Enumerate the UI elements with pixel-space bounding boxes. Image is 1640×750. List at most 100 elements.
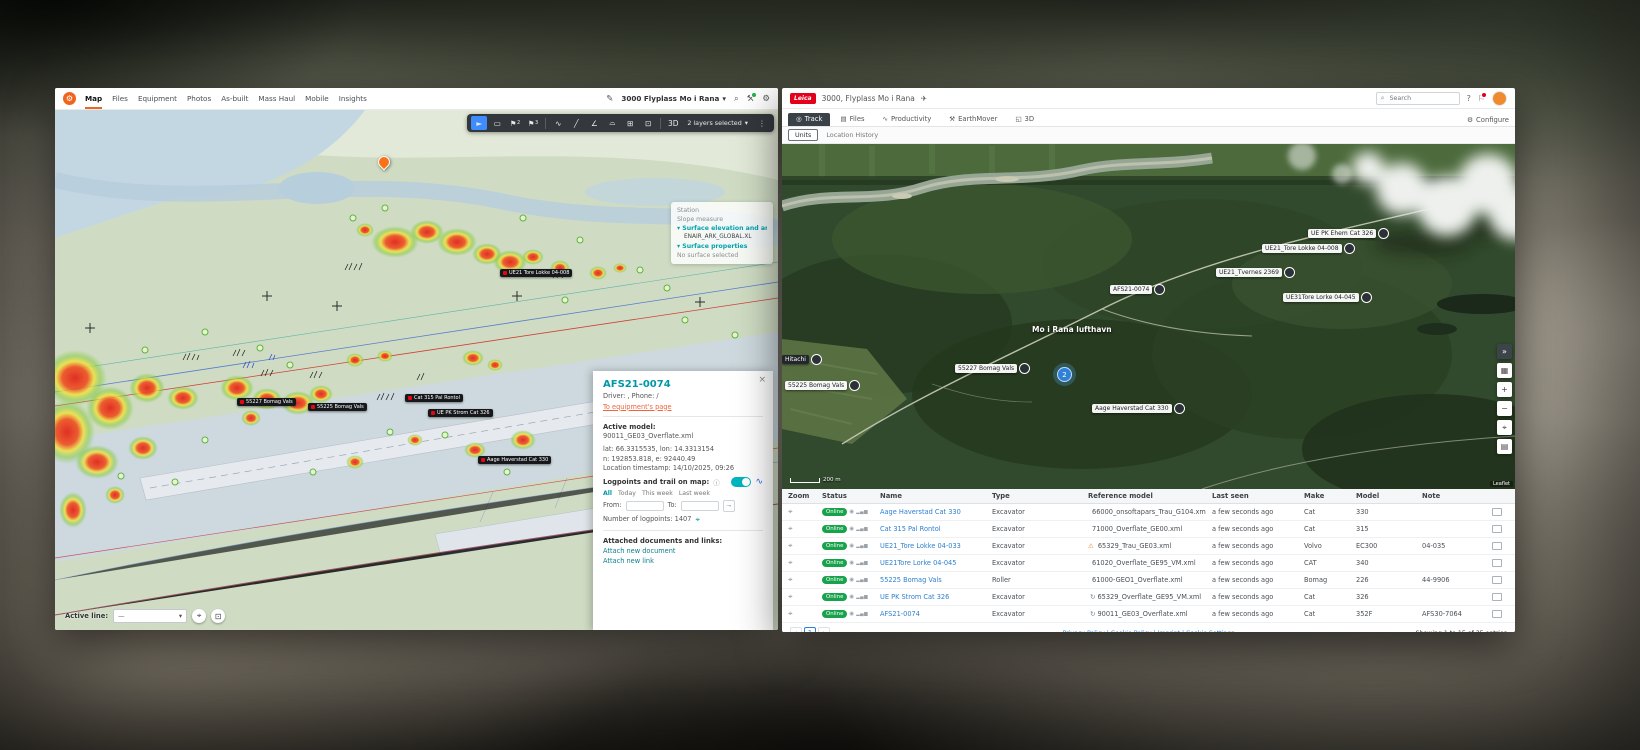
unit-name-link[interactable]: UE PK Strom Cat 326 [880,593,949,601]
from-date-input[interactable] [626,501,664,511]
unit-marker[interactable]: 55227 Bomag Vals [955,363,1030,374]
legal-links[interactable]: Privacy Policy | Cookie Policy | Imprint… [782,630,1515,633]
surface-elevation-option[interactable]: ▾ Surface elevation and area [677,224,767,233]
column-header[interactable]: Status [816,492,874,500]
zoom-to-icon[interactable]: ⌖ [788,558,793,568]
table-row[interactable]: ⌖ Online ◉ ▂▄▆ Aage Haverstad Cat 330 Ex… [782,504,1515,521]
unit-marker[interactable]: UE PK Ehem Cat 326 [1308,228,1389,239]
to-date-input[interactable] [681,501,719,511]
attach-link-link[interactable]: Attach new link [603,556,763,566]
unit-marker[interactable]: Aage Haverstad Cat 330 [1092,403,1185,414]
flag3-tool-icon[interactable]: ⚑3 [525,116,541,130]
station-option[interactable]: Station [677,206,767,215]
tab[interactable]: ⚒ EarthMover [941,113,1005,126]
map-control-button[interactable]: + [1497,382,1512,397]
equipment-marker[interactable]: UE PK Strom Cat 326 [428,409,493,417]
nav-item[interactable]: Photos [187,89,211,109]
fit-view-tool-icon[interactable]: ⊡ [640,116,656,130]
nav-item[interactable]: As-built [221,89,248,109]
eye-icon[interactable]: ◉ [849,577,854,583]
table-row[interactable]: ⌖ Online ◉ ▂▄▆ 55225 Bomag Vals Roller 6… [782,572,1515,589]
units-button[interactable]: Units [788,129,818,141]
table-row[interactable]: ⌖ Online ◉ ▂▄▆ AFS21-0074 Excavator ↻ 90… [782,606,1515,623]
nav-item[interactable]: Map [85,89,102,109]
zoom-to-icon[interactable]: ⌖ [788,507,793,517]
zoom-to-icon[interactable]: ⌖ [788,609,793,619]
eye-icon[interactable]: ◉ [849,560,854,566]
satellite-map[interactable]: UE PK Ehem Cat 326 UE21_Tore Lokke 04-00… [782,144,1515,489]
equipment-marker[interactable]: UE21 Tore Lokke 04-008 [500,269,572,277]
tab[interactable]: ◱ 3D [1007,113,1042,126]
table-row[interactable]: ⌖ Online ◉ ▂▄▆ UE21Tore Lorke 04-045 Exc… [782,555,1515,572]
map-attribution[interactable]: Leaflet [1490,481,1513,487]
unit-name-link[interactable]: Aage Haverstad Cat 330 [880,508,961,516]
eye-icon[interactable]: ◉ [849,526,854,532]
map-control-button[interactable]: ▤ [1497,439,1512,454]
logpoint-filter[interactable]: Last week [679,490,710,497]
nav-item[interactable]: Files [112,89,128,109]
eye-icon[interactable]: ◉ [849,509,854,515]
nav-item[interactable]: Mass Haul [258,89,295,109]
settings-icon[interactable]: ⚙ [762,94,770,104]
equipment-marker[interactable]: 55225 Bomag Vals [308,403,367,411]
active-line-select[interactable]: — ▾ [113,609,187,623]
column-header[interactable]: Last seen [1206,492,1298,500]
locate-icon[interactable]: ⌖ [192,609,206,623]
help-icon[interactable]: ? [1467,94,1471,103]
nav-item[interactable]: Mobile [305,89,329,109]
column-header[interactable]: Zoom [782,492,816,500]
user-avatar[interactable] [1492,91,1507,106]
slope-measure-option[interactable]: Slope measure [677,215,767,224]
notifications-icon[interactable]: ⚐ [1478,94,1485,103]
angle-tool-icon[interactable]: ∠ [586,116,602,130]
comment-icon[interactable] [1492,593,1502,601]
measure-tool-icon[interactable]: ▭ [489,116,505,130]
eye-icon[interactable]: ◉ [849,611,854,617]
table-row[interactable]: ⌖ Online ◉ ▂▄▆ Cat 315 Pal Rontol Excava… [782,521,1515,538]
info-icon[interactable]: ⓘ [713,477,720,487]
unit-marker[interactable]: UE21_Tvernes 2369 [1216,267,1295,278]
eye-icon[interactable]: ◉ [849,594,854,600]
map-control-button[interactable]: » [1497,344,1512,359]
comment-icon[interactable] [1492,508,1502,516]
search-box[interactable]: ⌕ [1376,92,1460,105]
apply-date-button[interactable]: → [723,500,735,512]
project-selector[interactable]: 3000 Flyplass Mo i Rana ▾ [621,94,726,103]
equipment-marker[interactable]: Cat 315 Pal Rontol [405,394,463,402]
comment-icon[interactable] [1492,576,1502,584]
unit-marker[interactable]: AFS21-0074 [1110,284,1165,295]
column-header[interactable]: Note [1416,492,1486,500]
logpoint-filter[interactable]: This week [642,490,673,497]
column-header[interactable]: Name [874,492,986,500]
unit-marker[interactable]: UE21_Tore Lokke 04-008 [1262,243,1355,254]
equipment-marker[interactable]: Aage Haverstad Cat 330 [478,456,551,464]
map-control-button[interactable]: ▦ [1497,363,1512,378]
unit-name-link[interactable]: 55225 Bomag Vals [880,576,942,584]
cluster-badge[interactable]: 2 [1057,367,1072,382]
tab[interactable]: ◎ Track [788,113,830,126]
unit-name-link[interactable]: AFS21-0074 [880,610,920,618]
configure-button[interactable]: ⚙ Configure [1467,116,1509,126]
unit-marker[interactable]: 55225 Bomag Vals [785,380,860,391]
logpoint-filter[interactable]: Today [618,490,636,497]
search-input[interactable] [1388,94,1455,103]
logpoint-filter[interactable]: All [603,490,612,497]
slope-tool-icon[interactable]: ╱ [568,116,584,130]
crosshair-icon[interactable]: ⌖ [695,515,700,525]
curve-tool-icon[interactable]: ∿ [550,116,566,130]
column-header[interactable]: Make [1298,492,1350,500]
comment-icon[interactable] [1492,610,1502,618]
comment-icon[interactable] [1492,525,1502,533]
comment-icon[interactable] [1492,559,1502,567]
3d-view-button[interactable]: 3D [665,116,681,130]
fit-view-icon[interactable]: ⊡ [211,609,225,623]
column-header[interactable]: Type [986,492,1082,500]
map-control-button[interactable]: − [1497,401,1512,416]
tab[interactable]: ▤ Files [832,113,872,126]
zoom-to-icon[interactable]: ⌖ [788,524,793,534]
zoom-to-icon[interactable]: ⌖ [788,592,793,602]
equipment-marker[interactable]: 55227 Bomag Vals [237,398,296,406]
nav-item[interactable]: Equipment [138,89,177,109]
eye-icon[interactable]: ◉ [849,543,854,549]
equipment-page-link[interactable]: To equipment's page [603,403,763,411]
